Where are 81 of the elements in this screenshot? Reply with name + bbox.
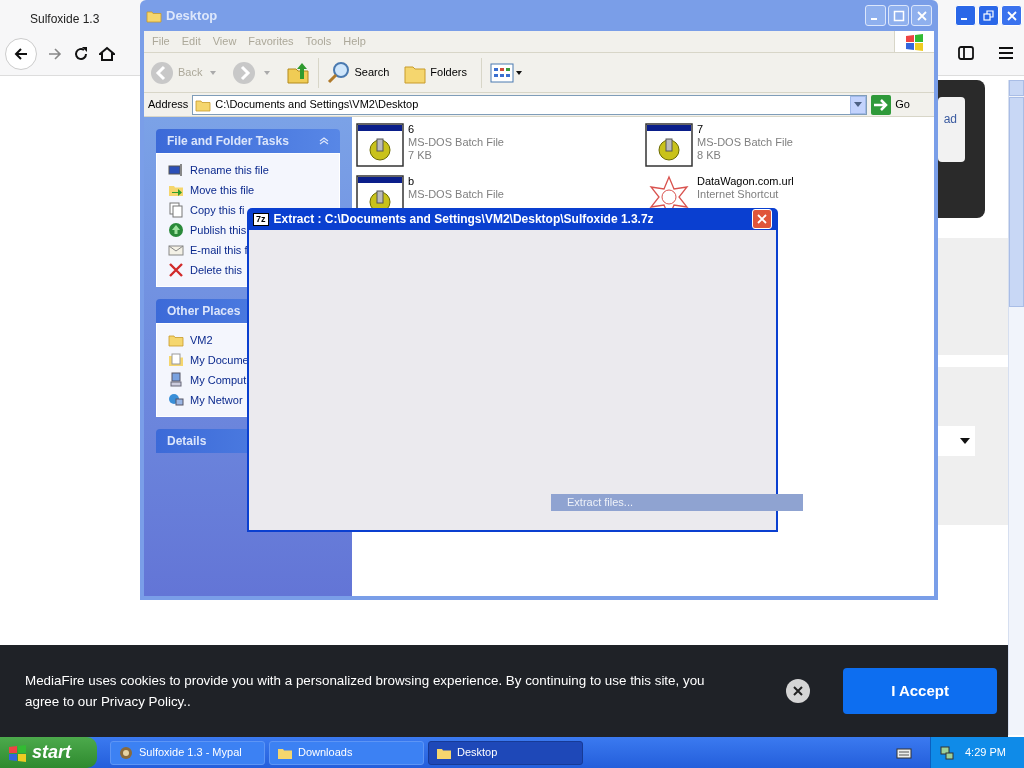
task-link[interactable]: E-mail this f bbox=[190, 241, 248, 259]
scrollbar[interactable] bbox=[1008, 80, 1024, 735]
batch-file-icon bbox=[356, 123, 404, 167]
app-icon: 7z bbox=[253, 212, 269, 226]
windows-logo-icon bbox=[904, 32, 925, 51]
file-name[interactable]: b bbox=[408, 175, 504, 188]
delete-icon bbox=[168, 262, 184, 278]
taskbar-button[interactable]: Desktop bbox=[428, 740, 583, 765]
maximize-icon bbox=[892, 9, 905, 22]
folders-button[interactable]: Folders bbox=[403, 60, 467, 85]
taskbar-button[interactable]: Downloads bbox=[269, 740, 424, 765]
address-label: Address bbox=[148, 97, 189, 113]
go-button[interactable]: Go bbox=[871, 94, 930, 115]
envelope-icon bbox=[168, 242, 184, 258]
file-type: MS-DOS Batch File bbox=[408, 136, 504, 149]
search-icon bbox=[327, 60, 352, 85]
close-icon bbox=[1005, 9, 1018, 22]
restore-button[interactable] bbox=[978, 5, 999, 26]
close-button[interactable] bbox=[786, 679, 811, 703]
windows-logo-icon bbox=[8, 743, 28, 762]
close-icon bbox=[756, 213, 768, 225]
clock: 4:29 PM bbox=[965, 745, 1006, 761]
file-type: MS-DOS Batch File bbox=[697, 136, 793, 149]
browser-icon bbox=[118, 744, 134, 761]
network-icon bbox=[168, 392, 184, 408]
minimize-button[interactable] bbox=[865, 5, 886, 26]
file-name[interactable]: DataWagon.com.url bbox=[697, 175, 794, 188]
rename-icon bbox=[168, 162, 184, 178]
keyboard-icon[interactable] bbox=[896, 746, 912, 759]
file-size: 7 KB bbox=[408, 149, 433, 162]
address-field[interactable]: C:\Documents and Settings\VM2\Desktop bbox=[192, 94, 868, 115]
views-button[interactable] bbox=[490, 62, 522, 83]
close-icon bbox=[793, 686, 804, 696]
sidebar-icon[interactable] bbox=[958, 45, 974, 61]
folder-icon bbox=[168, 332, 184, 348]
file-type: Internet Shortcut bbox=[697, 188, 780, 201]
search-button[interactable]: Search bbox=[327, 60, 390, 85]
task-link[interactable]: My Comput bbox=[190, 371, 247, 389]
restore-icon bbox=[982, 9, 995, 22]
accept-button[interactable]: I Accept bbox=[843, 668, 997, 714]
documents-icon bbox=[168, 352, 184, 368]
globe-icon bbox=[168, 222, 184, 238]
panel-header[interactable]: File and Folder Tasks bbox=[156, 129, 340, 153]
start-button[interactable]: start bbox=[0, 737, 97, 768]
caret-icon bbox=[960, 438, 970, 444]
network-icon[interactable] bbox=[939, 744, 955, 761]
file-name[interactable]: 7 bbox=[697, 123, 793, 136]
file-type: MS-DOS Batch File bbox=[408, 188, 504, 201]
task-link[interactable]: My Docume bbox=[190, 351, 249, 369]
views-icon bbox=[490, 62, 514, 83]
task-link[interactable]: VM2 bbox=[190, 331, 213, 349]
computer-icon bbox=[168, 372, 184, 388]
caret-icon bbox=[516, 70, 522, 75]
task-link[interactable]: Publish this bbox=[190, 221, 247, 239]
forward-icon[interactable] bbox=[47, 46, 63, 62]
copy-icon bbox=[168, 202, 184, 218]
batch-file-icon bbox=[645, 123, 693, 167]
task-link[interactable]: Rename this file bbox=[190, 161, 269, 179]
task-link[interactable]: Delete this bbox=[190, 261, 242, 279]
minimize-icon bbox=[871, 18, 877, 20]
home-icon[interactable] bbox=[99, 46, 115, 62]
maximize-button[interactable] bbox=[888, 5, 909, 26]
menu-icon[interactable] bbox=[998, 45, 1014, 61]
file-name[interactable]: 6 bbox=[408, 123, 504, 136]
close-icon bbox=[915, 9, 928, 22]
task-link[interactable]: Move this file bbox=[190, 181, 255, 199]
caret-icon[interactable] bbox=[854, 102, 863, 107]
chevron-up-icon[interactable] bbox=[319, 137, 329, 145]
back-arrow-icon bbox=[13, 46, 29, 62]
card-text: ad bbox=[943, 110, 957, 128]
window-title: Desktop bbox=[166, 6, 219, 25]
reload-icon[interactable] bbox=[73, 46, 89, 62]
dropdown[interactable] bbox=[938, 426, 975, 456]
taskbar-button[interactable]: Sulfoxide 1.3 - Mypal bbox=[110, 740, 265, 765]
cookie-message: MediaFire uses cookies to provide you with a personalized browsing experience. By continuing to use this site, you agree to our Privacy Policy.. bbox=[25, 672, 706, 711]
task-link[interactable]: My Networ bbox=[190, 391, 243, 409]
minimize-icon bbox=[961, 18, 967, 20]
task-link[interactable]: Copy this fi bbox=[190, 201, 245, 219]
tab-title[interactable]: Sulfoxide 1.3 bbox=[30, 10, 100, 28]
dialog-title: Extract : C:\Documents and Settings\VM2\Desktop\Sulfoxide 1.3.7z bbox=[273, 211, 655, 228]
file-size: 8 KB bbox=[697, 149, 722, 162]
